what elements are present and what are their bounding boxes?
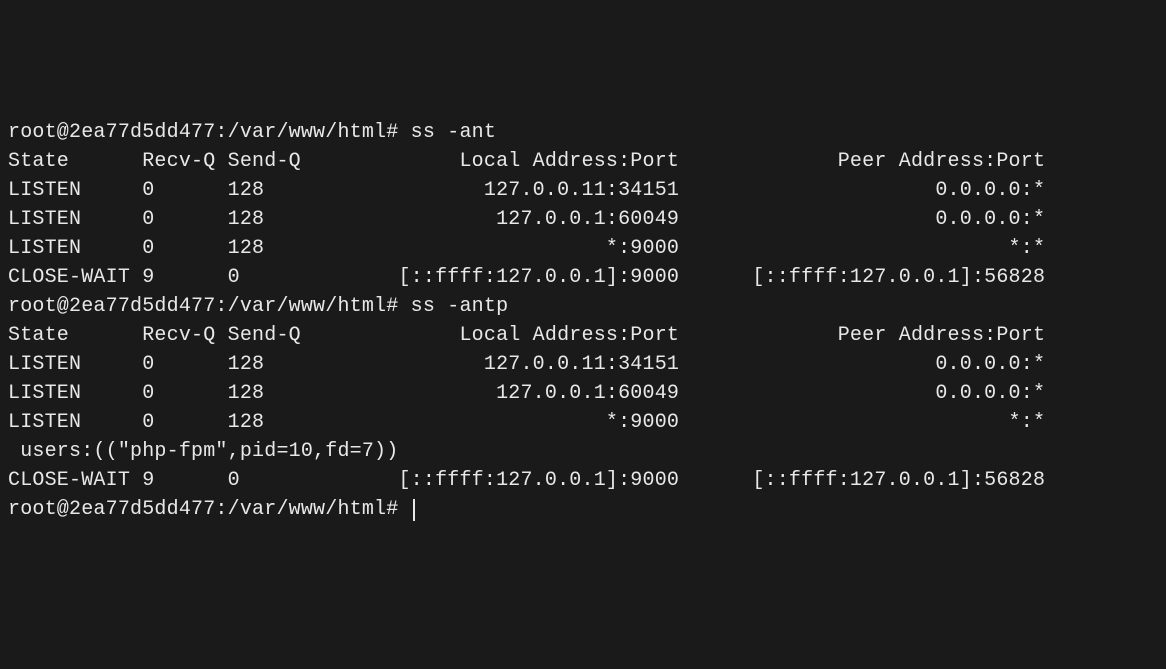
prompt-line-ss-ant: root@2ea77d5dd477:/var/www/html# ss -ant [8,118,1158,147]
ss-antp-row-3: CLOSE-WAIT 9 0 [::ffff:127.0.0.1]:9000 [… [8,466,1158,495]
ss-antp-row-2-extra: users:(("php-fpm",pid=10,fd=7)) [8,437,1158,466]
ss-antp-row-0: LISTEN 0 128 127.0.0.11:34151 0.0.0.0:* [8,350,1158,379]
ss-ant-row-1: LISTEN 0 128 127.0.0.1:60049 0.0.0.0:* [8,205,1158,234]
ss-antp-row-2: LISTEN 0 128 *:9000 *:* [8,408,1158,437]
ss-antp-header: State Recv-Q Send-Q Local Address:Port P… [8,321,1158,350]
ss-antp-row-1: LISTEN 0 128 127.0.0.1:60049 0.0.0.0:* [8,379,1158,408]
ss-ant-row-3: CLOSE-WAIT 9 0 [::ffff:127.0.0.1]:9000 [… [8,263,1158,292]
ss-ant-row-2: LISTEN 0 128 *:9000 *:* [8,234,1158,263]
ss-ant-row-0: LISTEN 0 128 127.0.0.11:34151 0.0.0.0:* [8,176,1158,205]
prompt-line-ss-antp: root@2ea77d5dd477:/var/www/html# ss -ant… [8,292,1158,321]
prompt-line-active[interactable]: root@2ea77d5dd477:/var/www/html# [8,495,1158,524]
ss-ant-header: State Recv-Q Send-Q Local Address:Port P… [8,147,1158,176]
cursor-icon [413,499,415,521]
terminal-output[interactable]: root@2ea77d5dd477:/var/www/html# ss -ant… [8,118,1158,524]
